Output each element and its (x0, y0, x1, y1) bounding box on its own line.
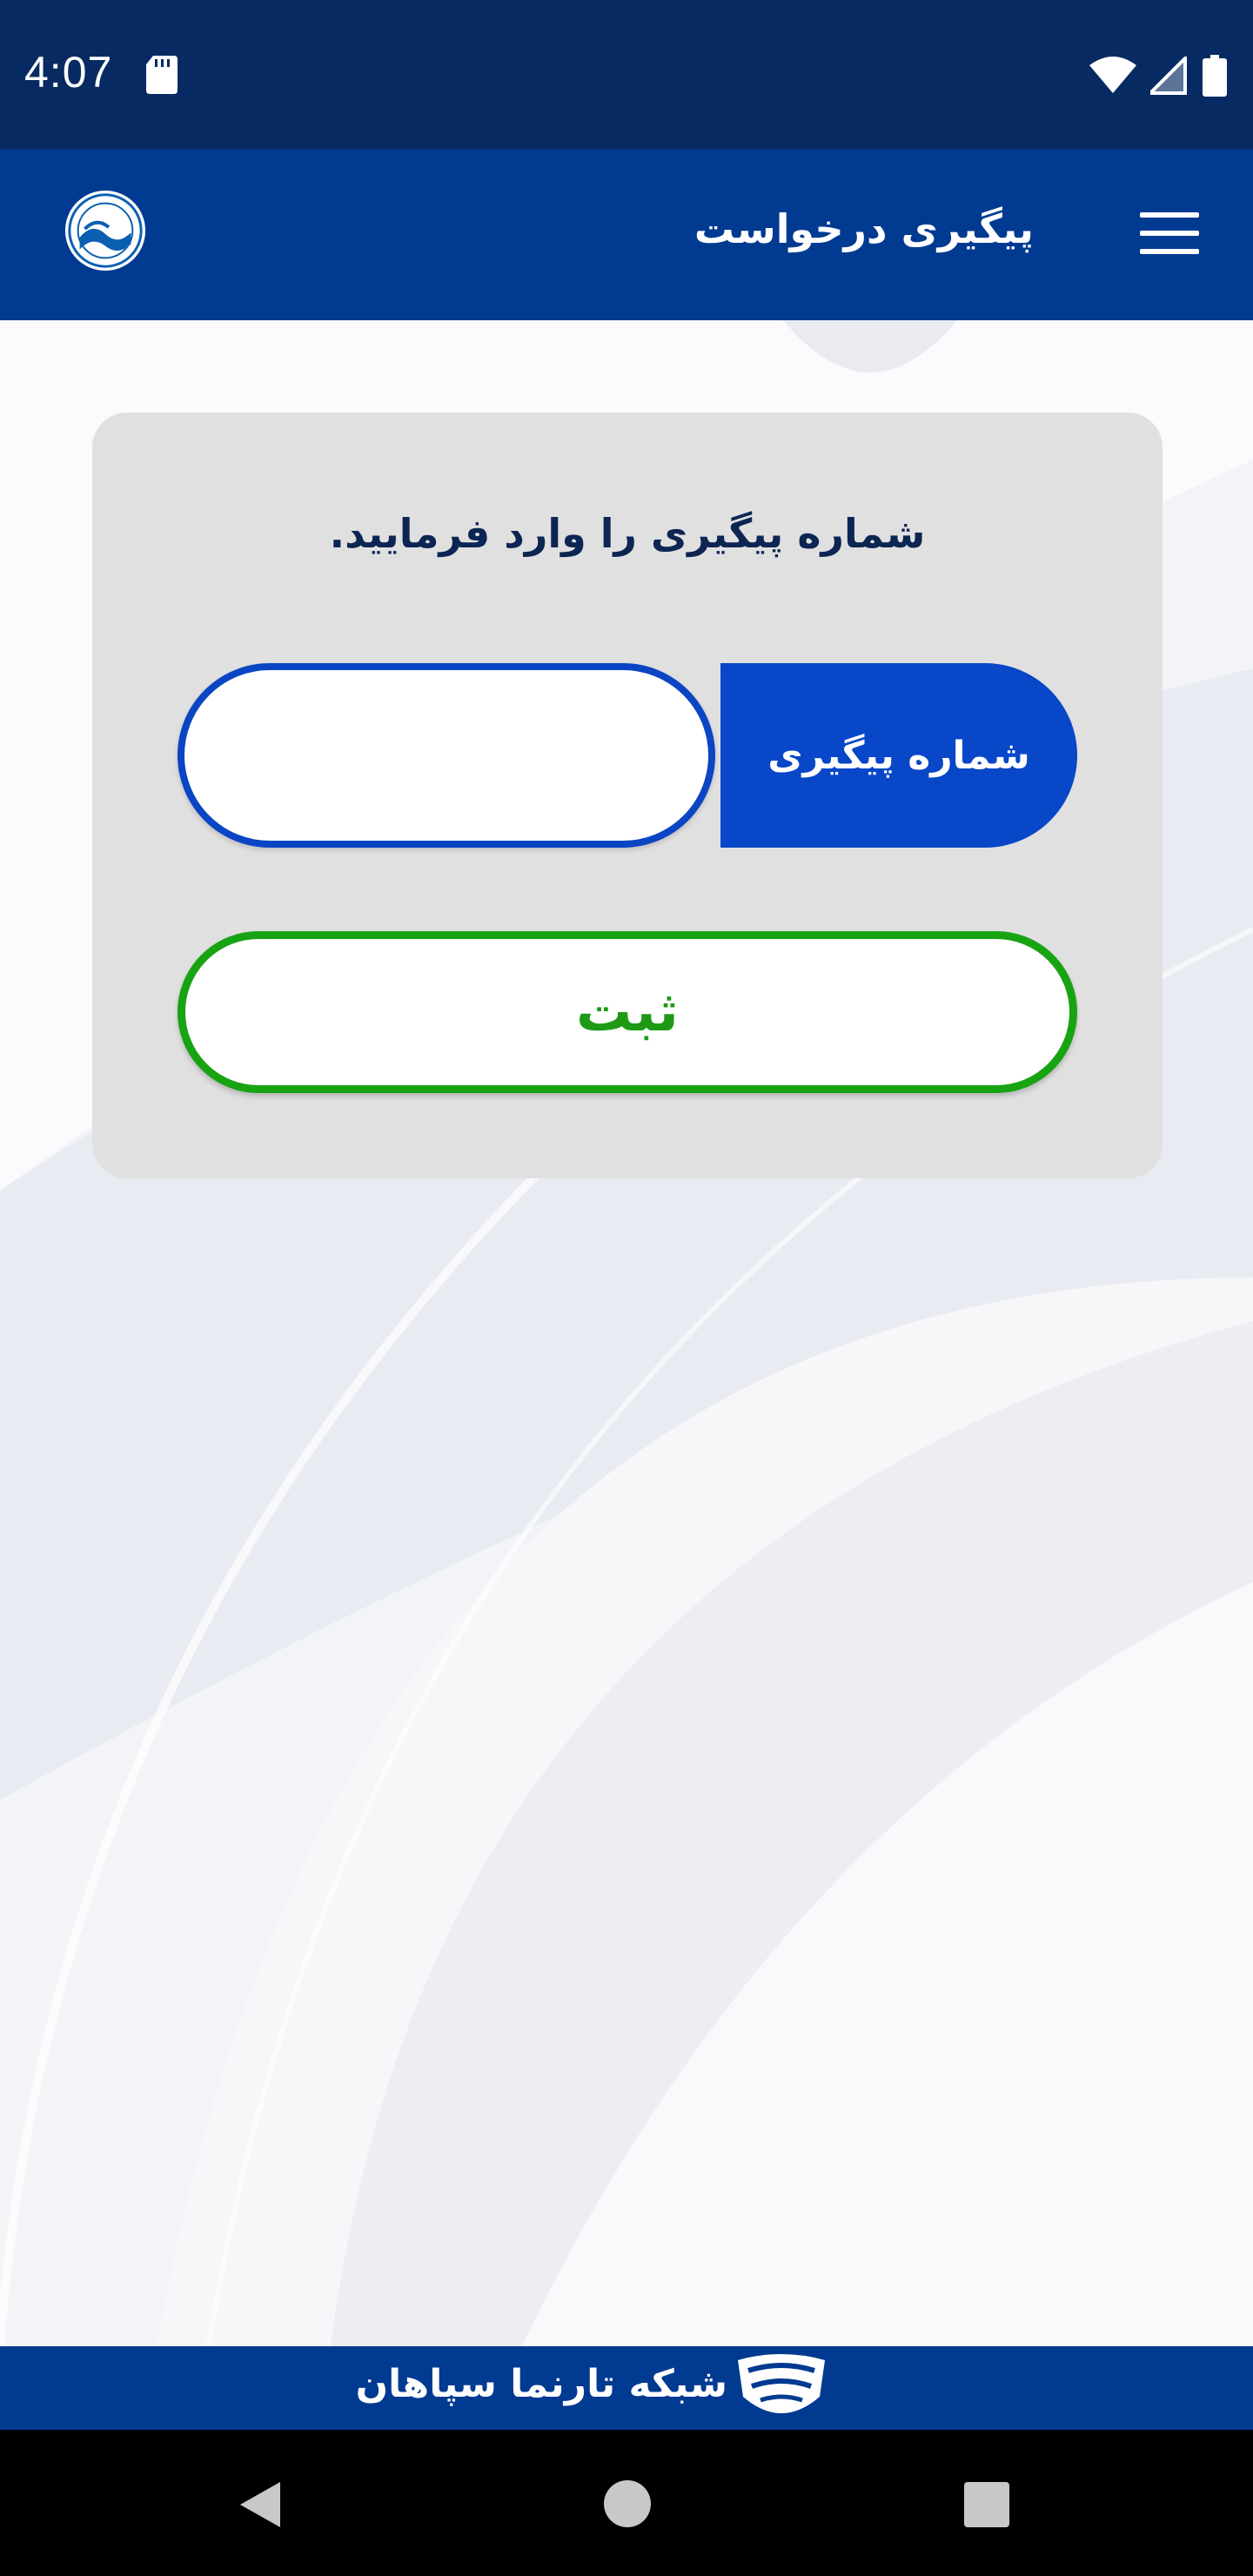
status-time: 4:07 (24, 48, 113, 97)
status-icons (1089, 54, 1227, 97)
footer: شبکه تارنما سپاهان (0, 2346, 1253, 2430)
status-bar: 4:07 (0, 0, 1253, 150)
back-icon[interactable] (235, 2479, 287, 2531)
home-icon[interactable] (604, 2480, 651, 2527)
page-title: پیگیری درخواست (694, 205, 1034, 252)
footer-text: شبکه تارنما سپاهان (355, 2362, 727, 2406)
tracking-number-label: شماره پیگیری (720, 663, 1077, 848)
submit-button[interactable]: ثبت (178, 931, 1077, 1093)
system-nav-bar (0, 2430, 1253, 2576)
tracking-card: شماره پیگیری را وارد فرمایید. شماره پیگی… (92, 413, 1163, 1178)
water-company-logo (64, 190, 146, 272)
app-bar: پیگیری درخواست (0, 150, 1253, 320)
tracking-number-input[interactable] (178, 663, 715, 848)
battery-icon (1203, 55, 1227, 97)
wifi-icon (1089, 57, 1136, 93)
screen: 4:07 پیگیری درخواست شماره پیگیری را وارد… (0, 0, 1253, 2576)
signal-icon (1150, 57, 1187, 95)
form-heading: شماره پیگیری را وارد فرمایید. (329, 510, 926, 557)
tarnama-logo (738, 2354, 825, 2413)
sd-card-icon (146, 56, 178, 94)
menu-icon[interactable] (1140, 212, 1199, 254)
recents-icon[interactable] (964, 2482, 1009, 2527)
